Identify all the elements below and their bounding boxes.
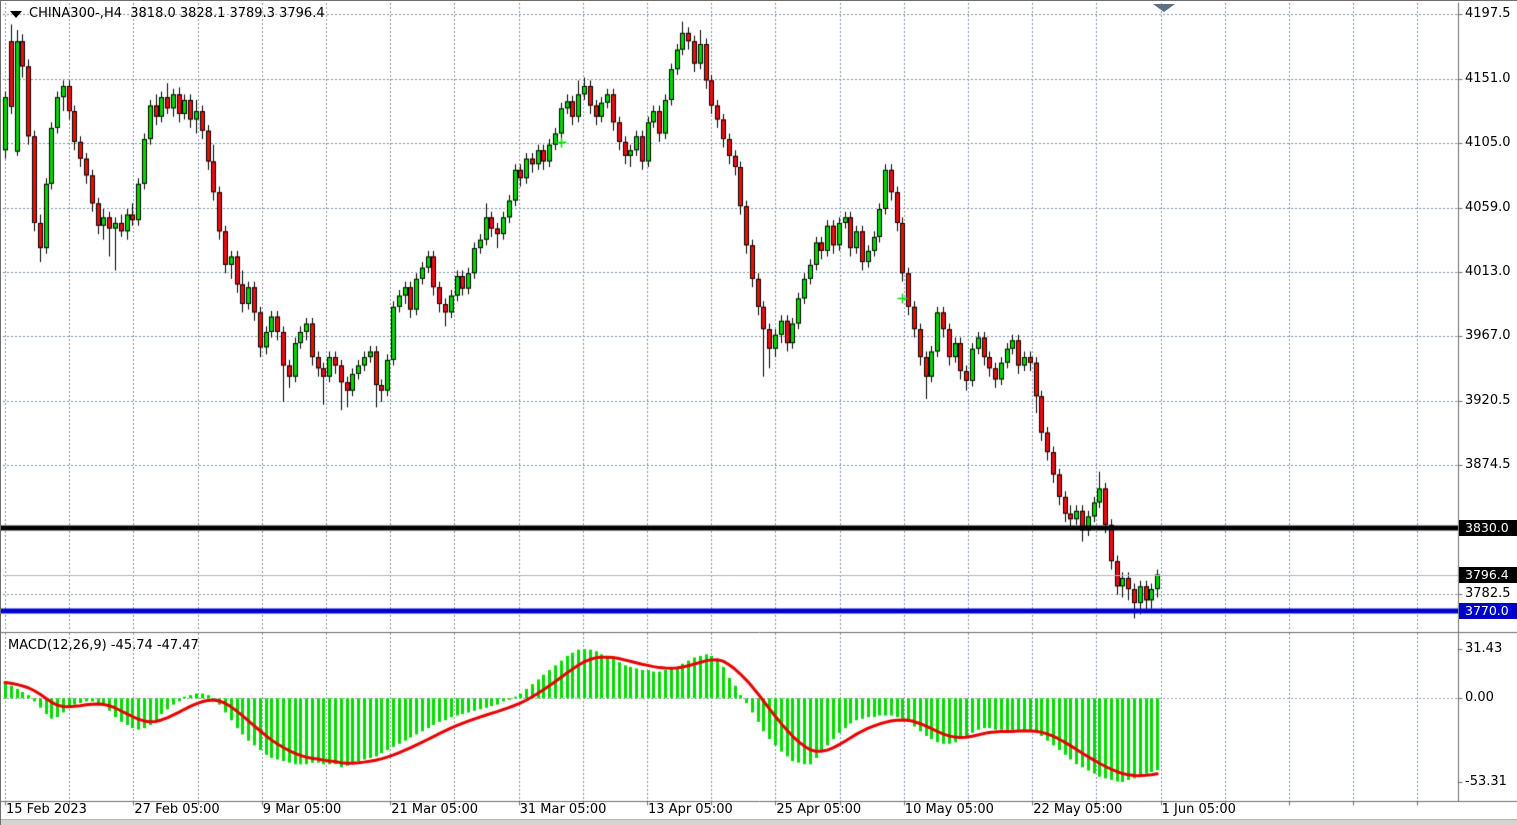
price-axis-label: 4105.0 bbox=[1465, 135, 1511, 151]
price-badge: 3830.0 bbox=[1459, 520, 1517, 536]
time-axis-label: 25 Apr 05:00 bbox=[776, 802, 861, 818]
time-axis-label: 31 Mar 05:00 bbox=[520, 802, 607, 818]
chart-title-text: CHINA300-,H4 3818.0 3828.1 3789.3 3796.4 bbox=[29, 6, 325, 21]
time-axis-label: 1 Jun 05:00 bbox=[1162, 802, 1236, 818]
price-badge: 3770.0 bbox=[1459, 603, 1517, 619]
price-badge: 3796.4 bbox=[1459, 567, 1517, 583]
macd-axis-label: -53.31 bbox=[1465, 774, 1507, 790]
price-axis-label: 3874.5 bbox=[1465, 457, 1511, 473]
macd-indicator-label: MACD(12,26,9) -45.74 -47.47 bbox=[8, 638, 199, 653]
price-axis-label: 4197.5 bbox=[1465, 6, 1511, 22]
price-axis-label: 4059.0 bbox=[1465, 200, 1511, 216]
time-axis-label: 22 May 05:00 bbox=[1033, 802, 1122, 818]
chart-shift-marker[interactable] bbox=[1153, 4, 1175, 12]
time-axis-label: 9 Mar 05:00 bbox=[263, 802, 342, 818]
time-axis-label: 15 Feb 2023 bbox=[6, 802, 87, 818]
window-bottom-edge bbox=[1, 819, 1517, 825]
chart-title: CHINA300-,H4 3818.0 3828.1 3789.3 3796.4 bbox=[8, 6, 325, 21]
macd-axis-label: 31.43 bbox=[1465, 641, 1502, 657]
macd-axis-label: 0.00 bbox=[1465, 690, 1494, 706]
price-axis-label: 3782.5 bbox=[1465, 586, 1511, 602]
time-axis-label: 27 Feb 05:00 bbox=[134, 802, 219, 818]
ohlc-dropdown-icon bbox=[10, 11, 22, 18]
time-axis-label: 13 Apr 05:00 bbox=[648, 802, 733, 818]
time-axis-label: 21 Mar 05:00 bbox=[391, 802, 478, 818]
chart-window: CHINA300-,H4 3818.0 3828.1 3789.3 3796.4… bbox=[0, 0, 1517, 825]
price-axis-label: 4013.0 bbox=[1465, 264, 1511, 280]
price-axis-label: 3920.5 bbox=[1465, 393, 1511, 409]
chart-canvas[interactable] bbox=[1, 1, 1517, 825]
price-axis-label: 4151.0 bbox=[1465, 71, 1511, 87]
price-axis-label: 3967.0 bbox=[1465, 328, 1511, 344]
time-axis-label: 10 May 05:00 bbox=[905, 802, 994, 818]
